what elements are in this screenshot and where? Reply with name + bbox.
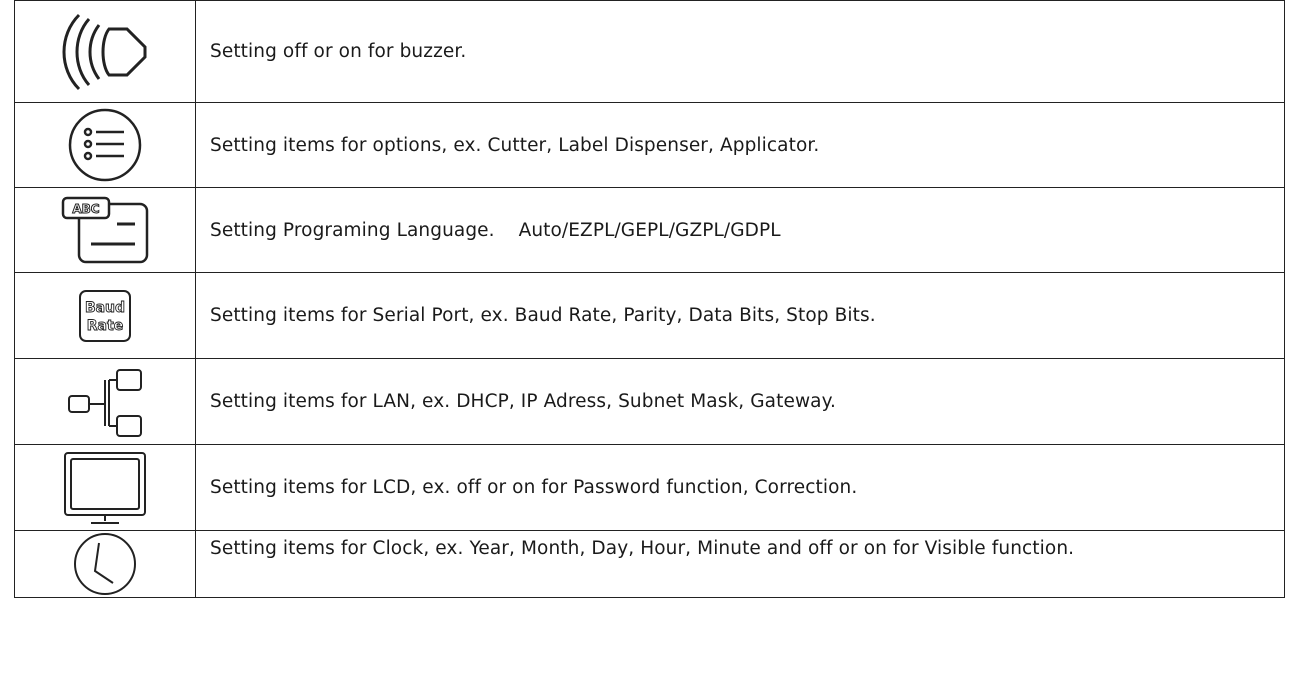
- row-description: Setting off or on for buzzer.: [195, 0, 1285, 103]
- row-description: Setting items for options, ex. Cutter, L…: [195, 102, 1285, 188]
- icon-cell: [14, 530, 196, 598]
- icon-cell: [14, 444, 196, 531]
- row-description: Setting items for LAN, ex. DHCP, IP Adre…: [195, 358, 1285, 445]
- icon-cell: [14, 358, 196, 445]
- row-description: Setting Programing Language. Auto/EZPL/G…: [195, 187, 1285, 273]
- row-description: Setting items for Serial Port, ex. Baud …: [195, 272, 1285, 359]
- buzzer-icon: [62, 13, 147, 90]
- table-row: ABC Setting Programing Language. Auto/EZ…: [14, 187, 1285, 273]
- svg-text:Rate: Rate: [87, 318, 123, 334]
- svg-text:ABC: ABC: [72, 202, 99, 216]
- table-row: Setting items for LCD, ex. off or on for…: [14, 444, 1285, 531]
- icon-cell: [14, 0, 196, 103]
- icon-cell: Baud Rate: [14, 272, 196, 359]
- settings-icon-table: Setting off or on for buzzer. Setting it…: [14, 0, 1285, 598]
- table-row: Setting items for options, ex. Cutter, L…: [14, 102, 1285, 188]
- lcd-icon: [64, 451, 146, 524]
- icon-cell: ABC: [14, 187, 196, 273]
- lan-icon: [68, 368, 142, 437]
- row-description: Setting items for LCD, ex. off or on for…: [195, 444, 1285, 531]
- svg-text:Baud: Baud: [85, 300, 125, 316]
- language-icon: ABC: [61, 196, 149, 264]
- table-row: Setting items for LAN, ex. DHCP, IP Adre…: [14, 358, 1285, 445]
- clock-icon: [74, 533, 136, 595]
- row-description: Setting items for Clock, ex. Year, Month…: [195, 530, 1285, 598]
- table-row: Setting items for Clock, ex. Year, Month…: [14, 530, 1285, 598]
- options-list-icon: [68, 108, 142, 182]
- table-row: Setting off or on for buzzer.: [14, 0, 1285, 103]
- table-row: Baud Rate Setting items for Serial Port,…: [14, 272, 1285, 359]
- serial-port-icon: Baud Rate: [79, 289, 131, 342]
- icon-cell: [14, 102, 196, 188]
